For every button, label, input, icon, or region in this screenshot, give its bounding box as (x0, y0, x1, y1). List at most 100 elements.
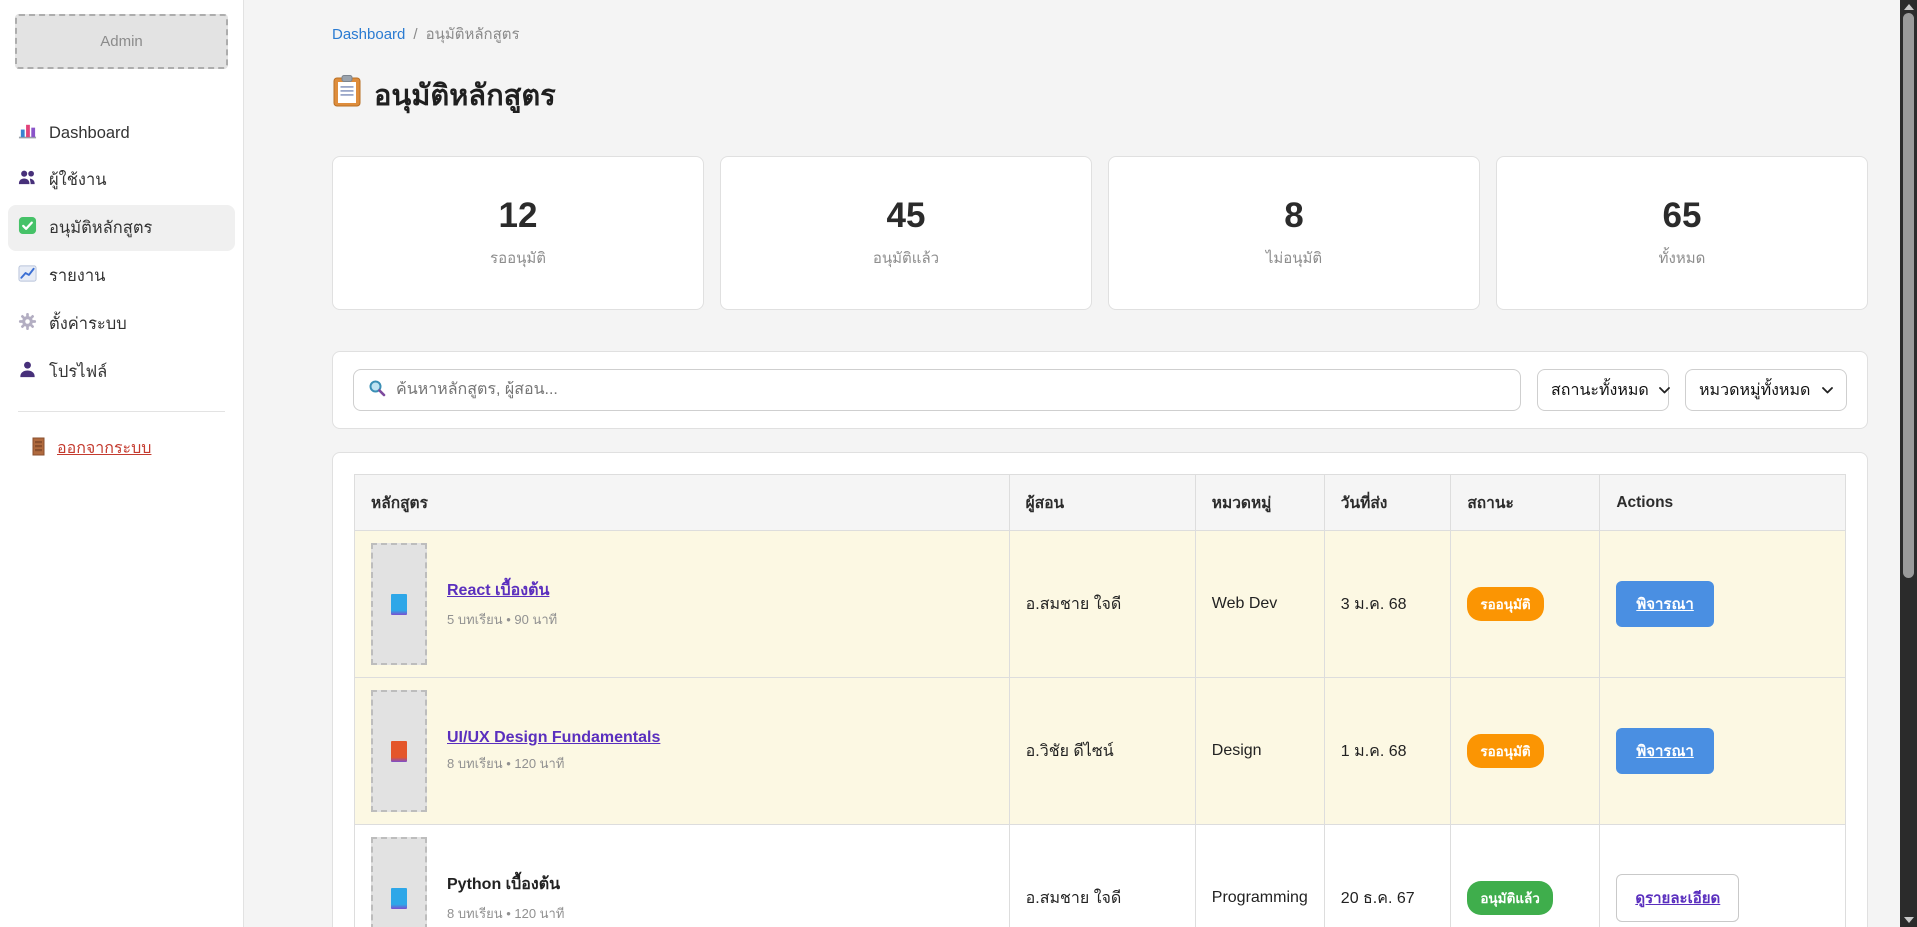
instructor-cell: อ.วิชัย ดีไซน์ (1009, 678, 1195, 825)
vertical-scrollbar (1900, 0, 1917, 927)
image-placeholder-icon (391, 888, 407, 909)
admin-brand-box: Admin (15, 14, 228, 69)
sidebar-menu: Dashboard ผู้ใช้งาน อนุมัติหลักสูตร รายง… (0, 111, 243, 395)
review-button[interactable]: พิจารณา (1616, 728, 1714, 774)
sidebar-item-label: รายงาน (49, 263, 105, 289)
stat-label: ทั้งหมด (1659, 246, 1706, 270)
search-input[interactable] (396, 381, 1506, 399)
search-box (353, 369, 1521, 411)
stat-label: รออนุมัติ (490, 246, 546, 270)
search-icon (368, 379, 386, 402)
stat-label: อนุมัติแล้ว (873, 246, 939, 270)
stat-card-total: 65 ทั้งหมด (1496, 156, 1868, 310)
chevron-down-icon (1659, 381, 1670, 399)
status-badge: รออนุมัติ (1467, 734, 1543, 768)
course-title: Python เบื้องต้น (447, 872, 564, 897)
gear-icon (18, 312, 37, 336)
stat-value: 45 (887, 196, 926, 236)
course-meta: 8 บทเรียน • 120 นาที (447, 753, 660, 774)
sidebar-item-dashboard[interactable]: Dashboard (0, 111, 243, 155)
category-filter-select[interactable]: หมวดหมู่ทั้งหมด (1685, 369, 1847, 411)
breadcrumb: Dashboard / อนุมัติหลักสูตร (332, 22, 1868, 46)
course-title-link[interactable]: React เบื้องต้น (447, 578, 557, 603)
column-header-status: สถานะ (1451, 475, 1600, 531)
column-header-course: หลักสูตร (355, 475, 1010, 531)
image-placeholder-icon (391, 741, 407, 762)
sidebar-item-label: อนุมัติหลักสูตร (49, 215, 152, 241)
check-box-icon (18, 216, 37, 240)
course-meta: 5 บทเรียน • 90 นาที (447, 609, 557, 630)
table-row: UI/UX Design Fundamentals 8 บทเรียน • 12… (355, 678, 1846, 825)
column-header-instructor: ผู้สอน (1009, 475, 1195, 531)
status-badge: อนุมัติแล้ว (1467, 881, 1553, 915)
sidebar-divider (18, 411, 225, 412)
scroll-up-arrow[interactable] (1900, 0, 1917, 14)
sidebar-item-label: Dashboard (49, 124, 130, 143)
table-header-row: หลักสูตร ผู้สอน หมวดหมู่ วันที่ส่ง สถานะ… (355, 475, 1846, 531)
sidebar-item-label: ผู้ใช้งาน (49, 167, 107, 193)
sidebar-item-reports[interactable]: รายงาน (0, 253, 243, 299)
main-content: Dashboard / อนุมัติหลักสูตร อนุมัติหลักส… (244, 0, 1900, 927)
stat-cards: 12 รออนุมัติ 45 อนุมัติแล้ว 8 ไม่อนุมัติ… (332, 156, 1868, 310)
stat-value: 8 (1284, 196, 1303, 236)
clipboard-icon (332, 75, 362, 115)
courses-table-panel: หลักสูตร ผู้สอน หมวดหมู่ วันที่ส่ง สถานะ… (332, 452, 1868, 927)
stat-card-approved: 45 อนุมัติแล้ว (720, 156, 1092, 310)
column-header-actions: Actions (1600, 475, 1846, 531)
status-filter-select[interactable]: สถานะทั้งหมด (1537, 369, 1669, 411)
users-icon (18, 168, 37, 192)
category-cell: Design (1195, 678, 1324, 825)
course-thumbnail-placeholder (371, 543, 427, 665)
logout-label: ออกจากระบบ (57, 436, 151, 461)
category-cell: Web Dev (1195, 531, 1324, 678)
sidebar-item-label: ตั้งค่าระบบ (49, 311, 127, 337)
sidebar-item-course-approval[interactable]: อนุมัติหลักสูตร (8, 205, 235, 251)
scroll-down-arrow[interactable] (1900, 913, 1917, 927)
sidebar: Admin Dashboard ผู้ใช้งาน อนุมัติหลักสูต… (0, 0, 244, 927)
breadcrumb-dashboard-link[interactable]: Dashboard (332, 26, 405, 43)
sidebar-item-label: โปรไฟล์ (49, 359, 107, 385)
category-cell: Programming (1195, 825, 1324, 927)
image-placeholder-icon (391, 594, 407, 615)
table-row: Python เบื้องต้น 8 บทเรียน • 120 นาที อ.… (355, 825, 1846, 927)
date-cell: 1 ม.ค. 68 (1324, 678, 1451, 825)
line-chart-icon (18, 264, 37, 288)
scrollbar-thumb[interactable] (1903, 13, 1914, 578)
instructor-cell: อ.สมชาย ใจดี (1009, 531, 1195, 678)
bar-chart-icon (18, 121, 37, 145)
status-badge: รออนุมัติ (1467, 587, 1543, 621)
logout-link[interactable]: ออกจากระบบ (30, 436, 243, 461)
instructor-cell: อ.สมชาย ใจดี (1009, 825, 1195, 927)
breadcrumb-current: อนุมัติหลักสูตร (426, 22, 520, 46)
column-header-date: วันที่ส่ง (1324, 475, 1451, 531)
filter-panel: สถานะทั้งหมด หมวดหมู่ทั้งหมด (332, 351, 1868, 429)
admin-brand-label: Admin (100, 33, 143, 50)
chevron-down-icon (1822, 381, 1833, 399)
course-title-link[interactable]: UI/UX Design Fundamentals (447, 729, 660, 747)
page-title: อนุมัติหลักสูตร (332, 72, 1868, 118)
courses-table: หลักสูตร ผู้สอน หมวดหมู่ วันที่ส่ง สถานะ… (354, 474, 1846, 927)
course-meta: 8 บทเรียน • 120 นาที (447, 903, 564, 924)
column-header-category: หมวดหมู่ (1195, 475, 1324, 531)
course-thumbnail-placeholder (371, 837, 427, 927)
table-row: React เบื้องต้น 5 บทเรียน • 90 นาที อ.สม… (355, 531, 1846, 678)
sidebar-item-profile[interactable]: โปรไฟล์ (0, 349, 243, 395)
door-icon (30, 437, 47, 461)
date-cell: 20 ธ.ค. 67 (1324, 825, 1451, 927)
sidebar-item-settings[interactable]: ตั้งค่าระบบ (0, 301, 243, 347)
page-title-text: อนุมัติหลักสูตร (374, 72, 556, 118)
breadcrumb-separator: / (413, 26, 417, 43)
person-icon (18, 360, 37, 384)
stat-value: 12 (499, 196, 538, 236)
stat-label: ไม่อนุมัติ (1266, 246, 1322, 270)
course-thumbnail-placeholder (371, 690, 427, 812)
stat-card-rejected: 8 ไม่อนุมัติ (1108, 156, 1480, 310)
category-filter-value: หมวดหมู่ทั้งหมด (1699, 378, 1810, 403)
status-filter-value: สถานะทั้งหมด (1551, 378, 1649, 403)
date-cell: 3 ม.ค. 68 (1324, 531, 1451, 678)
sidebar-item-users[interactable]: ผู้ใช้งาน (0, 157, 243, 203)
view-details-button[interactable]: ดูรายละเอียด (1616, 874, 1739, 922)
stat-value: 65 (1663, 196, 1702, 236)
review-button[interactable]: พิจารณา (1616, 581, 1714, 627)
stat-card-pending: 12 รออนุมัติ (332, 156, 704, 310)
